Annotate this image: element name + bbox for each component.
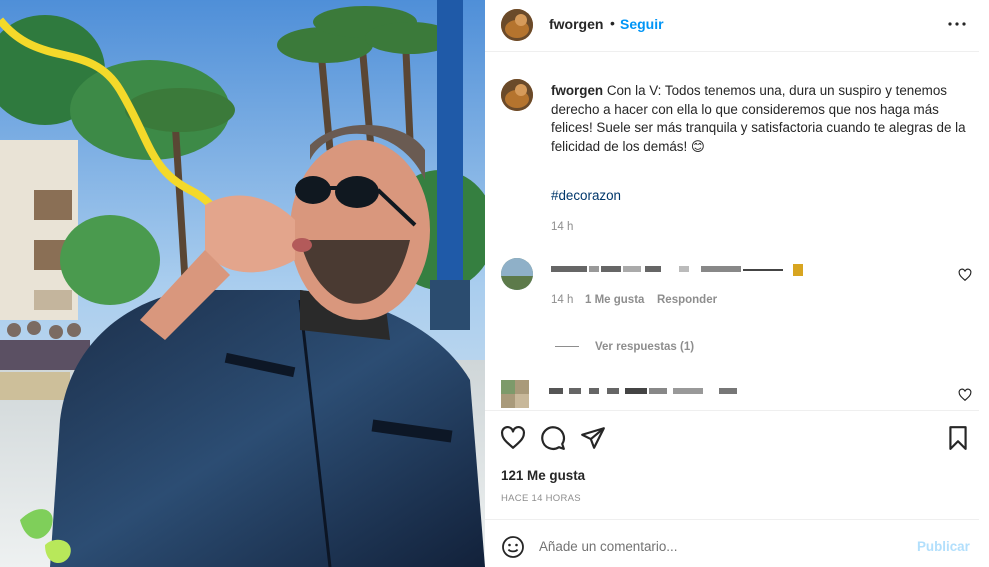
comment-likes: 1 Me gusta (585, 294, 644, 306)
caption-hashtag[interactable]: #decorazon (551, 188, 621, 203)
avatar-image (501, 380, 529, 408)
bookmark-icon[interactable] (945, 425, 971, 451)
post-details-panel: fworgen • Seguir fworgen Con la V: Todos… (485, 0, 989, 567)
follow-button[interactable]: Seguir (620, 16, 664, 32)
share-icon[interactable] (580, 425, 606, 451)
caption-text: Con la V: Todos tenemos una, dura un sus… (551, 83, 966, 154)
more-horizontal-icon[interactable] (945, 12, 969, 36)
comment-likes-count[interactable]: 1 Me gusta (585, 294, 644, 306)
smiley-icon[interactable] (501, 535, 525, 559)
avatar-image (501, 9, 533, 41)
comment-like-heart-icon[interactable] (958, 268, 972, 282)
likes-count[interactable]: 121 Me gusta (501, 468, 585, 483)
comment-text-redacted (549, 384, 739, 398)
comment-meta: 14 h (551, 294, 573, 306)
separator-dot: • (610, 15, 615, 31)
author-username[interactable]: fworgen (549, 16, 603, 32)
publish-button[interactable]: Publicar (917, 539, 970, 554)
comment-icon[interactable] (540, 425, 566, 451)
view-replies-button[interactable]: Ver respuestas (1) (555, 341, 694, 353)
replies-line (555, 346, 579, 348)
avatar-image (501, 79, 533, 111)
commenter-avatar[interactable] (501, 258, 533, 290)
heart-icon[interactable] (500, 425, 526, 451)
comment-input[interactable] (539, 532, 899, 560)
post-header: fworgen • Seguir (485, 0, 979, 52)
comment-reply: Responder (657, 294, 717, 306)
reply-button[interactable]: Responder (657, 294, 717, 306)
caption-avatar[interactable] (501, 79, 533, 111)
caption-time[interactable]: 14 h (551, 221, 573, 233)
avatar-image (501, 258, 533, 290)
author-avatar[interactable] (501, 9, 533, 41)
post-actions: 121 Me gusta HACE 14 HORAS (485, 410, 979, 518)
post-photo-illustration (0, 0, 485, 567)
comment-text-redacted (551, 262, 803, 276)
comment-like-heart-icon[interactable] (958, 388, 972, 402)
comment-time[interactable]: 14 h (551, 294, 573, 306)
post-timestamp[interactable]: HACE 14 HORAS (501, 493, 581, 504)
view-replies-label: Ver respuestas (1) (595, 341, 695, 353)
post-caption: fworgen Con la V: Todos tenemos una, dur… (551, 82, 971, 156)
post-photo[interactable] (0, 0, 485, 567)
commenter-avatar[interactable] (501, 380, 529, 408)
add-comment-bar: Publicar (485, 519, 979, 567)
caption-username[interactable]: fworgen (551, 83, 603, 98)
